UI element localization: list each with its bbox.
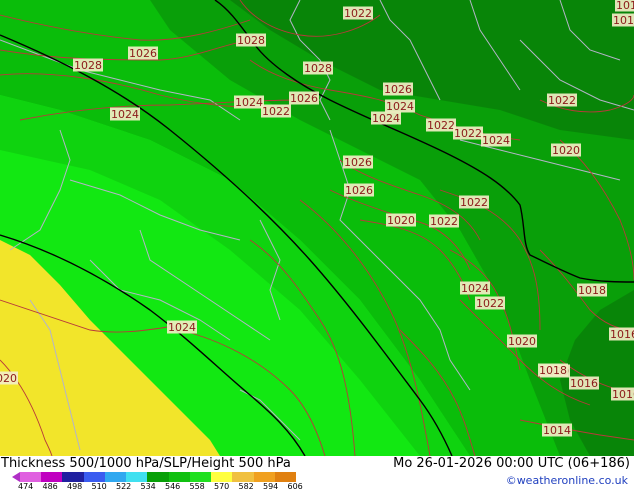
pressure-label-text: 1014 bbox=[543, 424, 571, 437]
pressure-label-text: 1016 bbox=[612, 388, 634, 401]
pressure-label-text: 1024 bbox=[372, 112, 400, 125]
pressure-label-text: 1020 bbox=[0, 372, 17, 385]
legend-swatch bbox=[274, 472, 297, 482]
pressure-label-text: 1022 bbox=[344, 7, 372, 20]
legend-swatch bbox=[62, 472, 84, 482]
pressure-label: 1018 bbox=[538, 363, 568, 377]
thickness-color-legend bbox=[20, 472, 297, 482]
legend-swatch bbox=[104, 472, 127, 482]
pressure-label-text: 1020 bbox=[508, 335, 536, 348]
pressure-label: 1016 bbox=[612, 13, 634, 27]
legend-swatch bbox=[126, 472, 148, 482]
pressure-label: 1020 bbox=[386, 213, 416, 227]
map-footer: Thickness 500/1000 hPa/SLP/Height 500 hP… bbox=[0, 456, 634, 492]
pressure-label: 1022 bbox=[426, 118, 456, 132]
pressure-label-text: 1018 bbox=[578, 284, 606, 297]
pressure-label-text: 1028 bbox=[304, 62, 332, 75]
pressure-label-text: 1024 bbox=[235, 96, 263, 109]
pressure-label-text: 1016 bbox=[613, 14, 634, 27]
pressure-label-text: 1028 bbox=[74, 59, 102, 72]
pressure-label-text: 1020 bbox=[387, 214, 415, 227]
weather-map: 1022102610281028102810261024102210241026… bbox=[0, 0, 634, 456]
map-title: Thickness 500/1000 hPa/SLP/Height 500 hP… bbox=[1, 456, 291, 471]
legend-swatch bbox=[232, 472, 254, 482]
pressure-label-text: 1022 bbox=[262, 105, 290, 118]
pressure-label: 1018 bbox=[615, 0, 634, 12]
pressure-label: 1026 bbox=[383, 82, 413, 96]
pressure-label-text: 1028 bbox=[237, 34, 265, 47]
pressure-label-text: 1026 bbox=[290, 92, 318, 105]
pressure-label-text: 1016 bbox=[570, 377, 598, 390]
pressure-label-text: 1020 bbox=[552, 144, 580, 157]
legend-swatch bbox=[83, 472, 105, 482]
pressure-label-text: 1022 bbox=[548, 94, 576, 107]
legend-swatch bbox=[189, 472, 212, 482]
pressure-label-text: 1016 bbox=[610, 328, 634, 341]
pressure-label-text: 1024 bbox=[482, 134, 510, 147]
pressure-label: 1024 bbox=[371, 111, 401, 125]
legend-swatch bbox=[168, 472, 190, 482]
pressure-label: 1024 bbox=[385, 99, 415, 113]
legend-swatch bbox=[147, 472, 169, 482]
legend-left-arrow-icon bbox=[12, 472, 20, 482]
pressure-label-text: 1024 bbox=[168, 321, 196, 334]
pressure-label-text: 1024 bbox=[461, 282, 489, 295]
pressure-label-text: 1018 bbox=[616, 0, 634, 12]
legend-tick-labels: 474 486 498 510 522 534 546 558 570 582 594 606 bbox=[18, 482, 318, 492]
pressure-label: 1024 bbox=[234, 95, 264, 109]
pressure-label: 1022 bbox=[453, 126, 483, 140]
pressure-label: 1020 bbox=[0, 371, 18, 385]
legend-swatch bbox=[20, 472, 42, 482]
pressure-label-text: 1024 bbox=[111, 108, 139, 121]
pressure-label-text: 1018 bbox=[539, 364, 567, 377]
pressure-label: 1020 bbox=[507, 334, 537, 348]
pressure-label: 1028 bbox=[73, 58, 103, 72]
pressure-label: 1024 bbox=[481, 133, 511, 147]
map-viewer: 1022 1026 1028 1028 1028 1026 1024 1022 1024 1026… bbox=[0, 0, 634, 492]
pressure-label: 1022 bbox=[343, 6, 373, 20]
pressure-label: 1022 bbox=[429, 214, 459, 228]
pressure-label-text: 1022 bbox=[460, 196, 488, 209]
pressure-label: 1026 bbox=[289, 91, 319, 105]
pressure-label: 1018 bbox=[577, 283, 607, 297]
pressure-label: 1026 bbox=[128, 46, 158, 60]
pressure-label-text: 1022 bbox=[427, 119, 455, 132]
pressure-label: 1016 bbox=[611, 387, 634, 401]
legend-swatch bbox=[211, 472, 233, 482]
pressure-label-text: 1022 bbox=[476, 297, 504, 310]
pressure-label-text: 1026 bbox=[384, 83, 412, 96]
pressure-label: 1028 bbox=[303, 61, 333, 75]
legend-swatch bbox=[41, 472, 63, 482]
pressure-label: 1016 bbox=[569, 376, 599, 390]
source-credit[interactable]: ©weatheronline.co.uk bbox=[506, 474, 628, 487]
pressure-label: 1014 bbox=[542, 423, 572, 437]
pressure-label: 1022 bbox=[261, 104, 291, 118]
pressure-label: 1020 bbox=[551, 143, 581, 157]
pressure-label-text: 1022 bbox=[454, 127, 482, 140]
pressure-label: 1022 bbox=[475, 296, 505, 310]
pressure-label-text: 1026 bbox=[344, 156, 372, 169]
pressure-label: 1024 bbox=[460, 281, 490, 295]
pressure-label: 1022 bbox=[459, 195, 489, 209]
pressure-label: 1016 bbox=[609, 327, 634, 341]
pressure-label: 1024 bbox=[110, 107, 140, 121]
pressure-label: 1022 bbox=[547, 93, 577, 107]
pressure-label-text: 1022 bbox=[430, 215, 458, 228]
pressure-label-text: 1026 bbox=[345, 184, 373, 197]
pressure-label: 1028 bbox=[236, 33, 266, 47]
legend-swatch bbox=[253, 472, 275, 482]
pressure-label: 1026 bbox=[343, 155, 373, 169]
valid-time: Mo 26-01-2026 00:00 UTC (06+186) bbox=[393, 456, 630, 471]
pressure-label-text: 1026 bbox=[129, 47, 157, 60]
pressure-label: 1026 bbox=[344, 183, 374, 197]
pressure-label: 1024 bbox=[167, 320, 197, 334]
